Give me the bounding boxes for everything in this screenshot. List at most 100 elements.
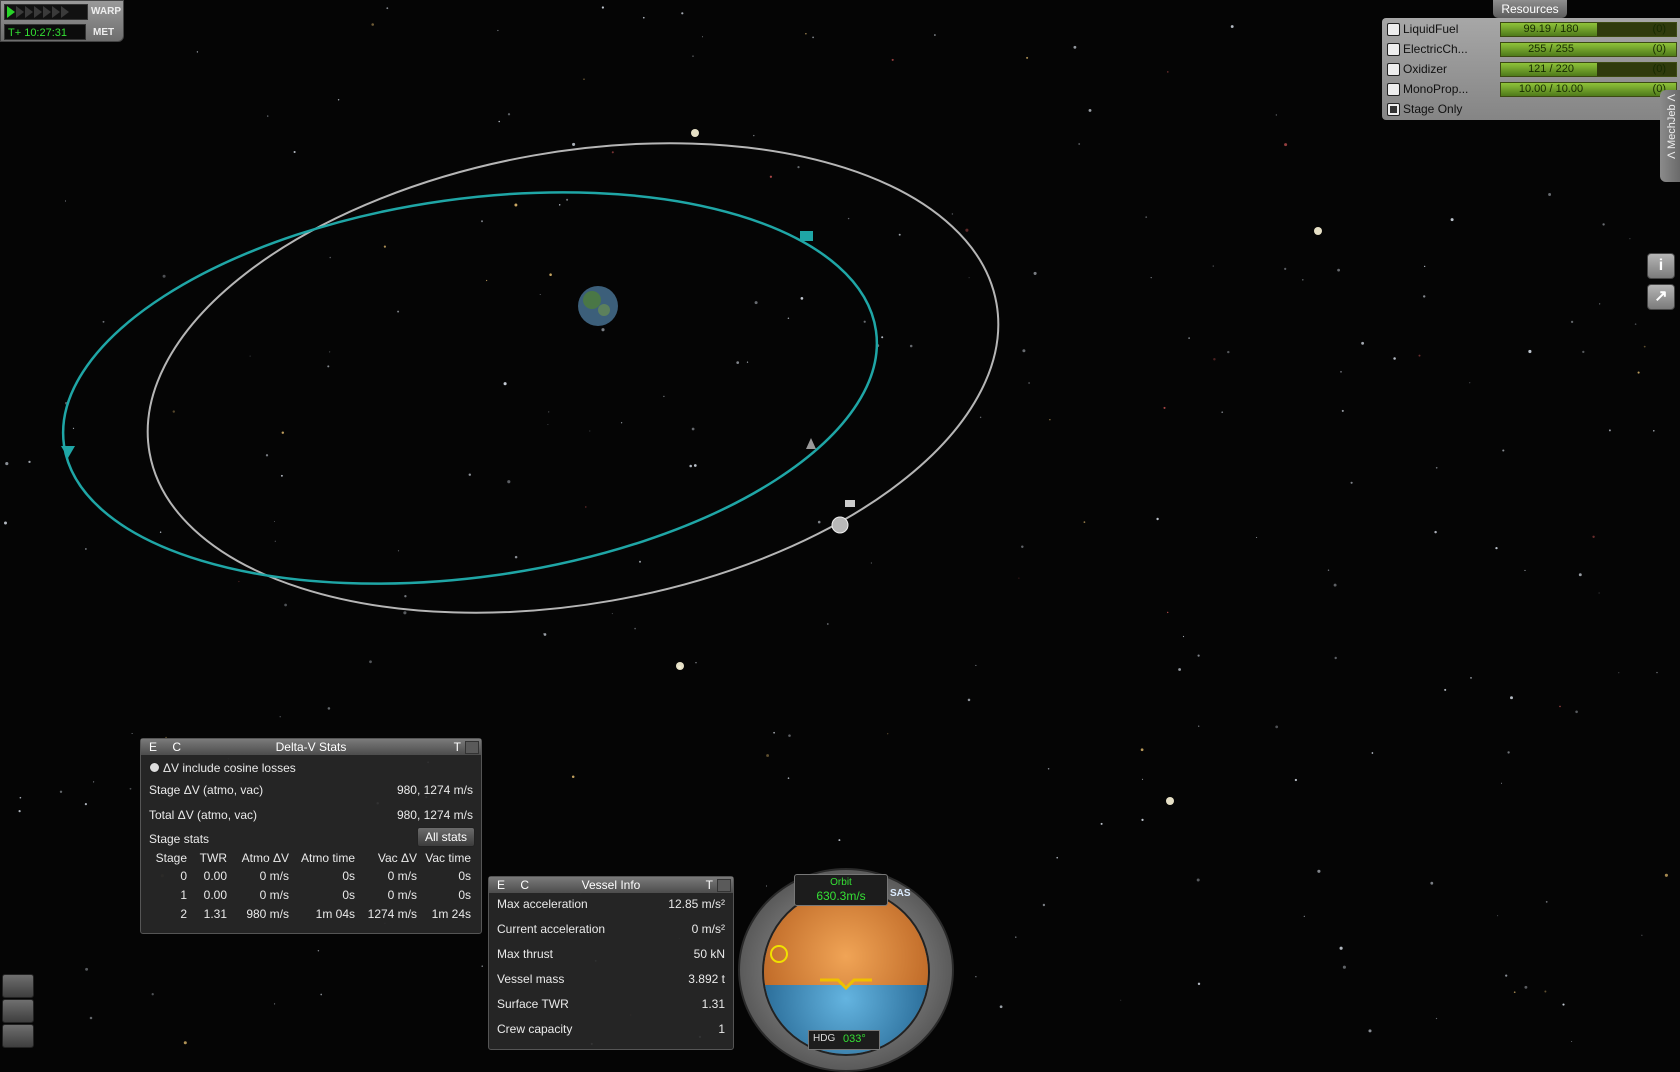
star <box>1469 382 1471 384</box>
star <box>4 521 7 525</box>
resources-tab[interactable]: Resources <box>1493 0 1567 18</box>
window-header[interactable]: E C Vessel Info T <box>489 877 733 893</box>
star <box>1528 349 1532 354</box>
star <box>329 351 331 353</box>
cell: 1m 24s <box>431 907 471 921</box>
apoapsis-marker[interactable] <box>61 446 75 458</box>
vessel-info-row: Surface TWR 1.31 <box>497 997 725 1011</box>
star <box>583 78 585 80</box>
crew-icon[interactable] <box>2 999 34 1023</box>
window-header[interactable]: E C Delta-V Stats T <box>141 739 481 755</box>
star <box>979 416 982 419</box>
star <box>549 273 552 276</box>
close-button[interactable] <box>717 879 731 892</box>
star <box>1303 915 1305 917</box>
stage-dv-label: Stage ΔV (atmo, vac) <box>149 783 264 797</box>
warp-arrow[interactable] <box>61 6 69 18</box>
star <box>28 460 31 464</box>
cosine-losses-toggle[interactable]: ΔV include cosine losses <box>149 761 473 775</box>
sas-indicator[interactable]: SAS <box>890 888 911 899</box>
resource-bar: 99.19 / 180 (0) <box>1500 22 1677 37</box>
star <box>1422 295 1426 298</box>
resource-checkbox[interactable] <box>1387 83 1400 96</box>
warp-arrow[interactable] <box>16 6 24 18</box>
close-button[interactable] <box>465 741 479 754</box>
ascending-node-marker[interactable] <box>800 231 813 241</box>
all-stats-button[interactable]: All stats <box>417 827 475 847</box>
maneuver-button[interactable]: ↗ <box>1647 284 1675 310</box>
cell: 1 <box>180 888 187 902</box>
cell: 0s <box>458 869 471 883</box>
vessel-info-row: Max thrust 50 kN <box>497 947 725 961</box>
warp-arrow[interactable] <box>52 6 60 18</box>
star <box>863 320 866 323</box>
warp-arrow[interactable] <box>34 6 42 18</box>
star <box>72 427 75 430</box>
periapsis-marker[interactable] <box>806 438 816 449</box>
star <box>1618 672 1620 674</box>
star <box>129 787 132 790</box>
star <box>1608 429 1611 432</box>
star <box>1021 545 1024 549</box>
star <box>999 1005 1003 1009</box>
bright-star <box>691 129 699 137</box>
star <box>1083 521 1086 523</box>
info-icon: i <box>1658 257 1664 274</box>
star <box>85 967 89 971</box>
star <box>1033 271 1037 275</box>
star <box>1513 991 1516 994</box>
resource-checkbox[interactable] <box>1387 43 1400 56</box>
star <box>1284 267 1287 271</box>
speed-display[interactable]: Orbit 630.3m/s <box>794 874 888 906</box>
star <box>601 328 605 332</box>
star <box>817 520 821 524</box>
resource-checkbox[interactable] <box>1387 63 1400 76</box>
star <box>1507 751 1510 754</box>
planet-kerbin[interactable] <box>578 286 618 326</box>
column-header: Stage <box>155 851 187 865</box>
cell: 0.00 <box>203 888 227 902</box>
t-button[interactable]: T <box>454 740 461 754</box>
star <box>1497 915 1499 917</box>
star <box>265 454 269 457</box>
stage-only-checkbox[interactable] <box>1387 103 1400 116</box>
star <box>1047 767 1050 770</box>
star <box>279 716 281 718</box>
star <box>320 993 323 996</box>
star <box>507 113 511 116</box>
stage-stats-label: Stage stats <box>149 832 210 846</box>
star <box>1664 873 1668 877</box>
star <box>585 506 587 508</box>
star <box>1470 676 1472 679</box>
star <box>1641 934 1643 936</box>
column-header: Vac time <box>425 851 471 865</box>
star <box>183 1041 187 1045</box>
star <box>1495 546 1498 550</box>
star <box>1634 323 1637 325</box>
warp-arrow[interactable] <box>43 6 51 18</box>
resource-checkbox[interactable] <box>1387 23 1400 36</box>
star <box>1182 635 1185 638</box>
resource-delta: (0) <box>1652 23 1666 35</box>
cell: 0.00 <box>203 869 227 883</box>
warp-rate-arrows[interactable] <box>4 4 88 20</box>
star <box>18 810 21 813</box>
star <box>503 382 507 386</box>
resource-bar: 255 / 255 (0) <box>1500 42 1677 57</box>
warp-arrow[interactable] <box>25 6 33 18</box>
star <box>1393 357 1396 360</box>
view-icon[interactable] <box>2 1024 34 1048</box>
info-button[interactable]: i <box>1647 253 1675 279</box>
staging-icon[interactable] <box>2 974 34 998</box>
resource-delta: (0) <box>1652 63 1666 75</box>
star <box>1501 782 1502 784</box>
star <box>681 12 684 15</box>
star <box>571 775 575 779</box>
star <box>1510 696 1513 700</box>
star <box>196 51 199 53</box>
cell: 0 m/s <box>259 869 289 883</box>
star <box>1197 654 1200 657</box>
warp-label: WARP <box>91 6 121 17</box>
t-button[interactable]: T <box>706 878 713 892</box>
warp-arrow[interactable] <box>7 6 15 18</box>
